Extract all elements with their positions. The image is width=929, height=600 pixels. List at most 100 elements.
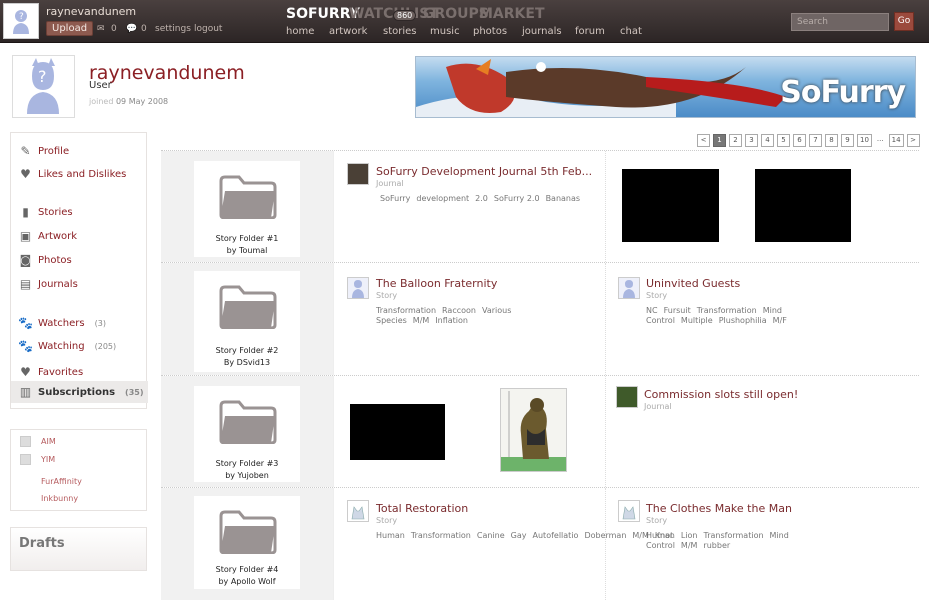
submission-cell: Total Restoration Story Human Transformat… <box>333 488 673 600</box>
redacted-thumbnail[interactable] <box>755 169 851 242</box>
tag[interactable]: NC <box>646 306 658 315</box>
contact-aim[interactable]: AIM <box>41 437 56 446</box>
contact-inkbunny[interactable]: Inkbunny <box>41 494 78 503</box>
tag[interactable]: Raccoon <box>442 306 476 315</box>
sidebar-item-favorites[interactable]: ♥ Favorites <box>19 363 147 381</box>
tag[interactable]: SoFurry <box>380 194 410 203</box>
pager-page-3[interactable]: 3 <box>745 134 758 147</box>
submission-thumbnail[interactable] <box>347 500 369 522</box>
tag[interactable]: Transformation <box>376 306 436 315</box>
contact-furaffinity[interactable]: FurAffinity <box>41 477 82 486</box>
nav-market[interactable]: MARKET <box>479 6 545 22</box>
submission-title[interactable]: Total Restoration <box>376 502 468 515</box>
submission-type: Journal <box>644 402 672 411</box>
sidebar-item-watchers[interactable]: 🐾 Watchers (3) <box>18 314 147 332</box>
pager-page-8[interactable]: 8 <box>825 134 838 147</box>
sidebar-item-likes[interactable]: ♥ Likes and Dislikes <box>19 165 147 183</box>
joined-prefix: joined <box>89 97 114 106</box>
tag[interactable]: Transformation <box>411 531 471 540</box>
submission-title[interactable]: The Balloon Fraternity <box>376 277 497 290</box>
pager-page-1[interactable]: 1 <box>713 134 726 147</box>
tag[interactable]: Lion <box>681 531 698 540</box>
pager-page-2[interactable]: 2 <box>729 134 742 147</box>
nav-artwork[interactable]: artwork <box>329 26 367 37</box>
tag[interactable]: SoFurry 2.0 <box>494 194 540 203</box>
sidebar-item-journals[interactable]: ▤ Journals <box>19 275 147 293</box>
pager-page-5[interactable]: 5 <box>777 134 790 147</box>
nav-home[interactable]: home <box>286 26 314 37</box>
search-go-button[interactable]: Go <box>894 12 914 31</box>
submission-title[interactable]: SoFurry Development Journal 5th Feb... <box>376 165 592 178</box>
pager-page-14[interactable]: 14 <box>888 134 904 147</box>
tag[interactable]: M/M <box>681 541 698 550</box>
heart-icon: ♥ <box>20 365 31 379</box>
redacted-thumbnail[interactable] <box>350 404 445 460</box>
tag[interactable]: Bananas <box>546 194 581 203</box>
tag[interactable]: Inflation <box>435 316 468 325</box>
tag[interactable]: Fursuit <box>664 306 691 315</box>
upload-button[interactable]: Upload <box>46 21 94 36</box>
pager-next[interactable]: > <box>906 134 920 147</box>
folder-author: by Toumal <box>226 246 268 255</box>
tag[interactable]: Gay <box>511 531 527 540</box>
tag[interactable]: 2.0 <box>475 194 488 203</box>
pager-page-7[interactable]: 7 <box>809 134 822 147</box>
submission-thumbnail[interactable] <box>618 500 640 522</box>
top-username[interactable]: raynevandunem <box>46 5 136 18</box>
submission-thumbnail[interactable] <box>616 386 638 408</box>
nav-music[interactable]: music <box>430 26 460 37</box>
subscriptions-icon: ▥ <box>19 385 32 399</box>
submission-title[interactable]: The Clothes Make the Man <box>646 502 792 515</box>
nav-journals[interactable]: journals <box>522 26 562 37</box>
submission-thumbnail[interactable] <box>618 277 640 299</box>
pager-page-4[interactable]: 4 <box>761 134 774 147</box>
nav-chat[interactable]: chat <box>620 26 642 37</box>
folder-author: by Yujoben <box>225 471 269 480</box>
default-avatar-icon: ? <box>27 58 59 114</box>
nav-forum[interactable]: forum <box>575 26 605 37</box>
sidebar-item-subscriptions[interactable]: ▥ Subscriptions (35) <box>11 381 148 403</box>
submission-thumbnail[interactable] <box>347 277 369 299</box>
tag[interactable]: M/M <box>413 316 430 325</box>
submission-title[interactable]: Commission slots still open! <box>644 388 798 401</box>
mail-icon[interactable]: ✉ <box>97 24 105 34</box>
tag[interactable]: Human <box>646 531 675 540</box>
tag[interactable]: Multiple <box>681 316 713 325</box>
sidebar-item-artwork[interactable]: ▣ Artwork <box>19 227 147 245</box>
submission-thumbnail[interactable] <box>347 163 369 185</box>
contact-yim[interactable]: YIM <box>41 455 55 464</box>
search-input[interactable]: Search <box>791 13 889 31</box>
paw-icon: 🐾 <box>18 339 33 353</box>
artwork-thumbnail[interactable] <box>500 388 567 472</box>
story-folder-card[interactable]: Story Folder #1 by Toumal <box>194 161 300 257</box>
pager-page-6[interactable]: 6 <box>793 134 806 147</box>
tag[interactable]: rubber <box>703 541 730 550</box>
user-avatar[interactable]: ? <box>3 3 39 39</box>
tag[interactable]: Human <box>376 531 405 540</box>
tag[interactable]: development <box>416 194 469 203</box>
nav-stories[interactable]: stories <box>383 26 417 37</box>
story-folder-card[interactable]: Story Folder #2 By DSvid13 <box>194 271 300 372</box>
redacted-thumbnail[interactable] <box>622 169 719 242</box>
submission-title[interactable]: Uninvited Guests <box>646 277 740 290</box>
sidebar-item-photos[interactable]: ◙ Photos <box>19 251 147 269</box>
sidebar-item-profile[interactable]: ✎ Profile <box>19 142 147 160</box>
pager-page-9[interactable]: 9 <box>841 134 854 147</box>
tag[interactable]: Autofellatio <box>533 531 579 540</box>
settings-link[interactable]: settings <box>155 24 191 34</box>
nav-photos[interactable]: photos <box>473 26 507 37</box>
story-folder-card[interactable]: Story Folder #4 by Apollo Wolf <box>194 496 300 589</box>
pager-page-10[interactable]: 10 <box>857 134 872 147</box>
sidebar-item-watching[interactable]: 🐾 Watching (205) <box>18 337 147 355</box>
pager-prev[interactable]: < <box>697 134 710 147</box>
sidebar-item-stories[interactable]: ▮ Stories <box>19 203 147 221</box>
comment-icon[interactable]: 💬 <box>126 24 137 34</box>
tag[interactable]: Transformation <box>697 306 757 315</box>
story-folder-card[interactable]: Story Folder #3 by Yujoben <box>194 386 300 482</box>
tag[interactable]: Canine <box>477 531 505 540</box>
tag[interactable]: Transformation <box>704 531 764 540</box>
tag[interactable]: Plushophilia <box>719 316 767 325</box>
drafts-box[interactable]: Drafts <box>10 527 147 571</box>
tag[interactable]: M/F <box>773 316 787 325</box>
logout-link[interactable]: logout <box>194 24 222 34</box>
